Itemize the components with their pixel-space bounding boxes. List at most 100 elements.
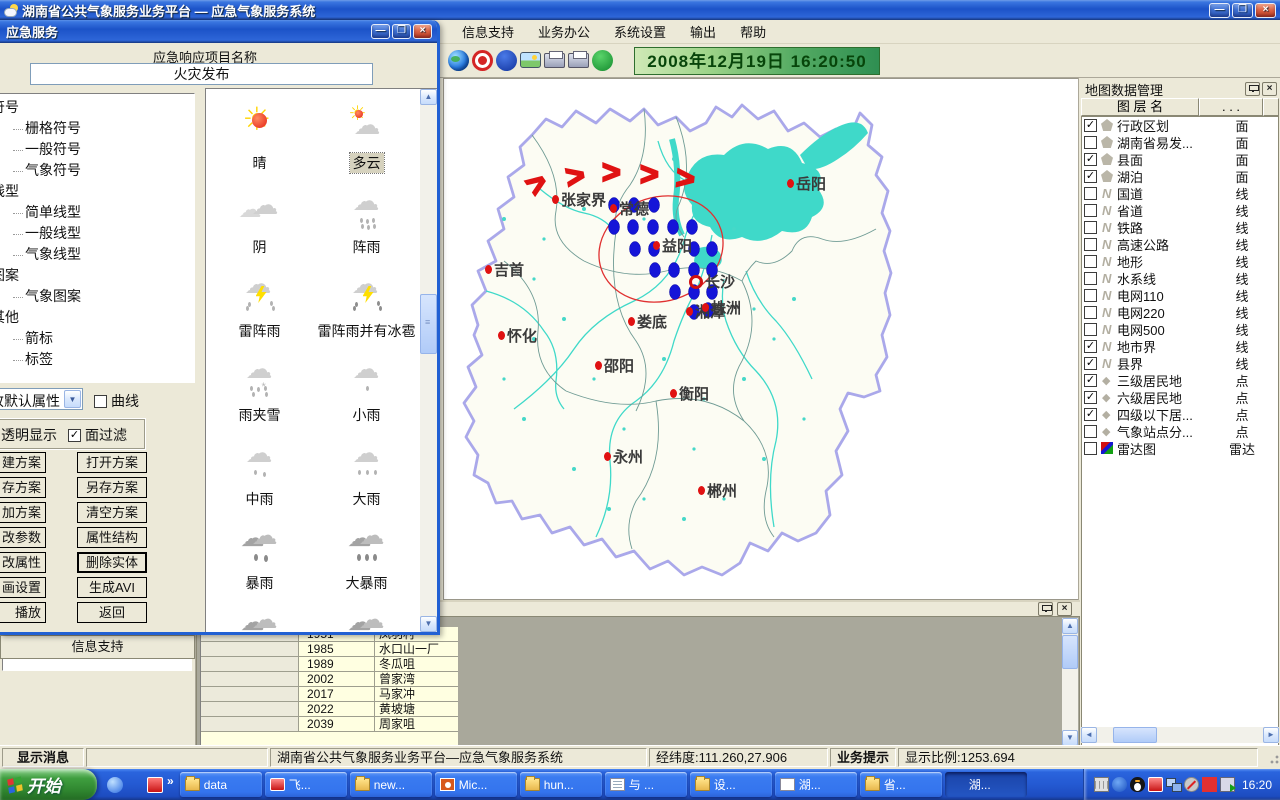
scheme-button-right[interactable]: 生成AVI	[77, 577, 147, 598]
tray-icon[interactable]	[1112, 777, 1127, 792]
tray-icon[interactable]	[1220, 777, 1235, 792]
menu-item[interactable]: 信息支持	[450, 19, 526, 44]
weather-symbol-item[interactable]: ☀☁☁* 多云	[313, 97, 420, 181]
start-button[interactable]: 开始	[0, 769, 97, 800]
scheme-button-right[interactable]: 另存方案	[77, 477, 147, 498]
weather-vscrollbar[interactable]: ▲ ▼	[420, 89, 437, 632]
taskbar-button[interactable]: new...	[350, 772, 432, 797]
toolbar-icon[interactable]	[496, 50, 517, 71]
dialog-titlebar[interactable]: 应急服务 — ❐ ×	[0, 20, 437, 43]
chevron-more-icon[interactable]: »	[167, 774, 174, 788]
layer-row[interactable]: ✓ 县界 线	[1082, 355, 1278, 372]
layer-row[interactable]: 国道 线	[1082, 185, 1278, 202]
scheme-button-left[interactable]: 建方案	[0, 452, 46, 473]
layer-row[interactable]: 湖南省易发... 面	[1082, 134, 1278, 151]
table-row[interactable]: 2002 曾家湾	[201, 672, 458, 687]
layer-checkbox[interactable]	[1084, 255, 1097, 268]
dialog-minimize-button[interactable]: —	[371, 24, 390, 39]
layer-checkbox[interactable]: ✓	[1084, 374, 1097, 387]
layer-row[interactable]: ✓ 行政区划 面	[1082, 117, 1278, 134]
weather-symbol-item[interactable]: ☀☁☁* 阵雨	[313, 181, 420, 265]
tree-item[interactable]: 符号	[0, 97, 194, 118]
layer-more-header[interactable]: . . .	[1199, 98, 1263, 116]
layer-row[interactable]: ✓ 地市界 线	[1082, 338, 1278, 355]
taskbar-button[interactable]: data	[180, 772, 262, 797]
map-canvas[interactable]: > > > > > 张家界 常德 岳阳 益阳	[443, 78, 1080, 600]
taskbar-button[interactable]: 设...	[690, 772, 772, 797]
tree-item[interactable]: 箭标	[0, 328, 194, 349]
layer-row[interactable]: ✓ 三级居民地 点	[1082, 372, 1278, 389]
tree-item[interactable]: 气象符号	[0, 160, 194, 181]
layer-checkbox[interactable]: ✓	[1084, 153, 1097, 166]
maximize-button[interactable]: ❐	[1232, 3, 1253, 18]
table-row[interactable]: 2022 黄坡塘	[201, 702, 458, 717]
weather-symbol-item[interactable]: ☀☁☁* 雷阵雨	[206, 265, 313, 349]
weather-symbol-item[interactable]: ☀☁☁* 雨夹雪	[206, 349, 313, 433]
layer-row[interactable]: ✓ 湖泊 面	[1082, 168, 1278, 185]
weather-symbol-item[interactable]: ☀☁☁* 阴	[206, 181, 313, 265]
quick-launch-icon[interactable]	[107, 777, 123, 793]
scroll-down-icon[interactable]: ▼	[420, 616, 437, 632]
weather-symbol-item[interactable]: ☀☁☁* 小雨	[313, 349, 420, 433]
toolbar-icon[interactable]	[520, 52, 541, 68]
tree-item[interactable]: 图案	[0, 265, 194, 286]
scheme-button-right[interactable]: 清空方案	[77, 502, 147, 523]
taskbar-clock[interactable]: 16:20	[1242, 778, 1272, 792]
tray-icon[interactable]	[1094, 777, 1109, 792]
layer-row[interactable]: 电网220 线	[1082, 304, 1278, 321]
weather-symbol-item[interactable]: ☀☁☁* 晴	[206, 97, 313, 181]
tree-item[interactable]: 简单线型	[0, 202, 194, 223]
tray-icon[interactable]	[1166, 777, 1181, 792]
layer-checkbox[interactable]: ✓	[1084, 170, 1097, 183]
scheme-button-right[interactable]: 属性结构	[77, 527, 147, 548]
scheme-button-left[interactable]: 改参数	[0, 527, 46, 548]
layer-checkbox[interactable]: ✓	[1084, 357, 1097, 370]
tray-icon[interactable]	[1184, 777, 1199, 792]
weather-symbol-item[interactable]: ☀☁☁*	[206, 601, 313, 633]
scheme-button-right[interactable]: 删除实体	[77, 552, 147, 573]
weather-symbol-item[interactable]: ☀☁☁* 中雨	[206, 433, 313, 517]
toolbar-icon[interactable]	[472, 50, 493, 71]
scroll-up-icon[interactable]: ▲	[420, 89, 437, 105]
toolbar-icon[interactable]	[568, 53, 589, 68]
layer-row[interactable]: ✓ 四级以下居... 点	[1082, 406, 1278, 423]
bottom-pane-vscrollbar[interactable]: ▲ ▼	[1062, 618, 1078, 746]
taskbar-button[interactable]: hun...	[520, 772, 602, 797]
scheme-button-left[interactable]: 改属性	[0, 552, 46, 573]
layer-checkbox[interactable]	[1084, 221, 1097, 234]
layer-checkbox[interactable]: ✓	[1084, 408, 1097, 421]
quick-launch-icon[interactable]	[127, 777, 143, 793]
layer-row[interactable]: 电网110 线	[1082, 287, 1278, 304]
scroll-left-icon[interactable]: ◄	[1081, 727, 1097, 743]
layer-row[interactable]: 省道 线	[1082, 202, 1278, 219]
layer-row[interactable]: 铁路 线	[1082, 219, 1278, 236]
layer-checkbox[interactable]: ✓	[1084, 340, 1097, 353]
layer-checkbox[interactable]	[1084, 187, 1097, 200]
scroll-down-icon[interactable]: ▼	[1062, 730, 1078, 746]
weather-symbol-item[interactable]: ☀☁☁* 雷阵雨并有冰雹	[313, 265, 420, 349]
layer-row[interactable]: 雷达图 雷达	[1082, 440, 1278, 457]
taskbar-button[interactable]: Mic...	[435, 772, 517, 797]
scroll-up-icon[interactable]: ▲	[1062, 618, 1078, 634]
layer-checkbox[interactable]	[1084, 442, 1097, 455]
default-attr-combo[interactable]: 改默认属性 ▼	[0, 388, 83, 410]
close-icon[interactable]: ×	[1262, 82, 1277, 96]
tray-icon[interactable]	[1148, 777, 1163, 792]
tree-item[interactable]: 栅格符号	[0, 118, 194, 139]
layer-checkbox[interactable]	[1084, 306, 1097, 319]
tree-item[interactable]: 气象图案	[0, 286, 194, 307]
scheme-button-right[interactable]: 返回	[77, 602, 147, 623]
tree-item[interactable]: 其他	[0, 307, 194, 328]
minimize-button[interactable]: —	[1209, 3, 1230, 18]
close-icon[interactable]: ×	[1057, 602, 1072, 616]
layer-row[interactable]: ✓ 六级居民地 点	[1082, 389, 1278, 406]
chevron-down-icon[interactable]: ▼	[64, 390, 81, 408]
layer-checkbox[interactable]	[1084, 289, 1097, 302]
layer-extra-header[interactable]	[1263, 98, 1279, 116]
table-row[interactable]: 1989 冬瓜咀	[201, 657, 458, 672]
tray-icon[interactable]	[1202, 777, 1217, 792]
dialog-restore-button[interactable]: ❐	[392, 24, 411, 39]
layer-checkbox[interactable]	[1084, 136, 1097, 149]
menu-item[interactable]: 业务办公	[526, 19, 602, 44]
menu-item[interactable]: 系统设置	[602, 19, 678, 44]
